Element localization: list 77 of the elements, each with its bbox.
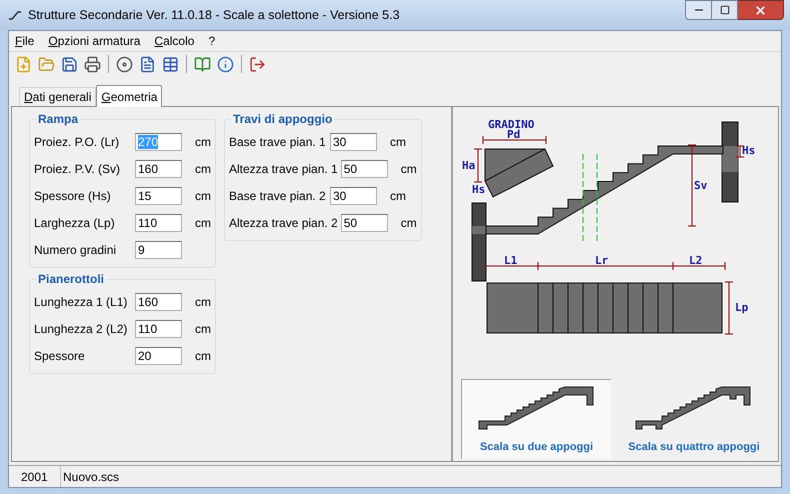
group-title: Pianerottoli	[37, 271, 106, 288]
unit-label: cm	[390, 188, 406, 204]
input-field[interactable]: 9	[135, 240, 182, 258]
diagram-label: Lp	[735, 301, 748, 314]
new-file-icon	[15, 56, 32, 72]
unit-label: cm	[390, 134, 406, 150]
window-title: Strutture Secondarie Ver. 11.0.18 - Scale a solettone - Versione 5.3	[28, 6, 400, 24]
field-label: Base trave pian. 2	[229, 188, 327, 204]
status-text: 2001	[9, 466, 61, 487]
input-field[interactable]: 110	[135, 214, 182, 232]
close-button[interactable]	[738, 0, 784, 20]
diagram-label: L1	[504, 254, 518, 267]
info-icon	[217, 56, 234, 72]
unit-label: cm	[195, 134, 211, 150]
field-label: Base trave pian. 1	[229, 134, 327, 150]
field-label: Proiez. P.O. (Lr)	[34, 134, 120, 150]
group-title: Rampa	[37, 111, 80, 128]
unit-label: cm	[195, 348, 211, 364]
stair-type-option[interactable]: Scala su due appoggi	[461, 379, 611, 459]
diagram-label: Ha	[462, 159, 476, 172]
field-label: Altezza trave pian. 1	[229, 160, 339, 178]
input-field[interactable]: 110	[135, 320, 182, 338]
dimension-line	[736, 146, 744, 158]
status-text: Nuovo.scs	[62, 468, 120, 486]
diagram-label: GRADINO	[488, 118, 534, 131]
step-detail-drawing	[484, 148, 554, 198]
diagram-label: Pd	[507, 128, 520, 141]
tab[interactable]: Dati generali	[19, 87, 96, 106]
exit-icon	[249, 56, 266, 72]
input-field[interactable]: 15	[135, 186, 182, 204]
unit-label: cm	[400, 214, 417, 232]
unit-label: cm	[195, 160, 211, 178]
maximize-button[interactable]	[712, 0, 738, 20]
input-field[interactable]: 20	[135, 346, 182, 364]
field-label: Altezza trave pian. 2	[229, 214, 339, 232]
unit-label: cm	[195, 294, 211, 310]
tab[interactable]: Geometria	[96, 85, 162, 107]
diagram-label: Sv	[694, 179, 708, 192]
input-field[interactable]: 30	[330, 132, 377, 150]
input-field[interactable]: 160	[135, 160, 182, 178]
field-label: Proiez. P.V. (Sv)	[34, 160, 122, 178]
field-label: Larghezza (Lp)	[34, 214, 116, 232]
unit-label: cm	[195, 320, 211, 338]
maximize-icon	[720, 5, 730, 15]
diagram-label: Lr	[595, 254, 608, 267]
diagram-label: Hs	[472, 183, 486, 196]
field-label: Lunghezza 1 (L1)	[34, 294, 128, 310]
menu-item[interactable]: ?	[208, 32, 216, 50]
book-icon	[194, 56, 211, 72]
input-field[interactable]: 160	[135, 292, 182, 310]
stair-type-option[interactable]: Scala su quattro appoggi	[619, 379, 769, 459]
close-icon	[754, 4, 767, 16]
menu-item[interactable]: Opzioni armatura	[48, 32, 140, 50]
disc-icon	[116, 56, 133, 72]
input-field[interactable]: 30	[330, 186, 377, 204]
table-icon	[162, 56, 179, 72]
dimension-line	[724, 282, 734, 334]
app-icon	[8, 10, 22, 20]
input-field[interactable]: 50	[340, 214, 388, 232]
diagram-label: L2	[689, 254, 702, 267]
unit-label: cm	[400, 160, 417, 178]
field-label: Numero gradini	[34, 242, 118, 258]
unit-label: cm	[195, 214, 211, 232]
open-folder-icon	[38, 56, 55, 72]
print-icon	[84, 56, 101, 72]
field-label: Spessore	[34, 348, 86, 364]
unit-label: cm	[195, 188, 211, 204]
group-title: Travi di appoggio	[232, 111, 334, 128]
menu-item[interactable]: File	[15, 32, 34, 50]
input-field[interactable]: 50	[340, 160, 388, 178]
save-icon	[61, 56, 78, 72]
document-icon	[139, 56, 156, 72]
field-label: Spessore (Hs)	[34, 188, 112, 204]
field-label: Lunghezza 2 (L2)	[34, 320, 128, 338]
dimension-line	[474, 148, 482, 182]
diagram-label: Hs	[742, 144, 756, 157]
menu-item[interactable]: Calcolo	[154, 32, 194, 50]
